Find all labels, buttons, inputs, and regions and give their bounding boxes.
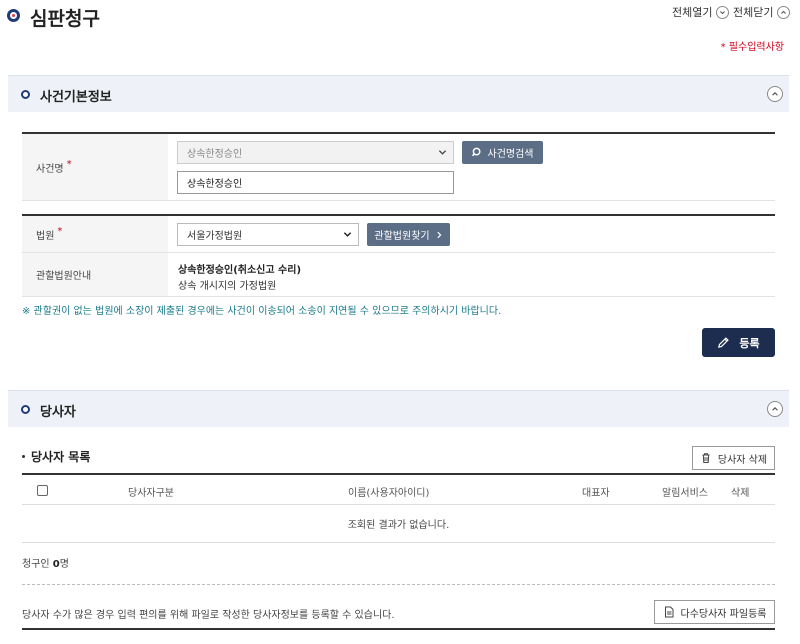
section-title: 당사자 [40, 405, 76, 420]
bullet-dot-icon [22, 455, 25, 458]
dashed-divider [22, 584, 775, 585]
claimant-count-prefix: 청구인 [22, 559, 50, 570]
court-select[interactable]: 서울가정법원 [177, 223, 359, 246]
section-bullet-icon [21, 90, 30, 99]
section-collapse-button[interactable] [767, 86, 783, 102]
case-name-label-text: 사건명 [36, 163, 64, 175]
section-header-case-info: 사건기본정보 [8, 75, 789, 112]
court-form: 법원 * 서울가정법원 관할법원찾기 관할법원안내 상속한정승인(취소신고 수리… [22, 214, 775, 297]
chevron-down-icon [438, 150, 447, 155]
page-title: 심판청구 [30, 8, 100, 30]
search-icon [471, 147, 481, 157]
select-all-checkbox[interactable] [37, 485, 48, 496]
court-row: 법원 * 서울가정법원 관할법원찾기 [22, 216, 775, 253]
bottom-divider [22, 628, 775, 630]
expand-all-button[interactable]: 전체열기 [672, 4, 730, 20]
court-find-button-label: 관할법원찾기 [374, 231, 430, 242]
chevron-up-icon [777, 5, 791, 19]
jurisdiction-row: 관할법원안내 상속한정승인(취소신고 수리) 상속 개시지의 가정법원 [22, 253, 775, 297]
delete-party-button[interactable]: 당사자 삭제 [692, 446, 775, 470]
register-button[interactable]: 등록 [702, 328, 775, 357]
trash-icon [702, 453, 710, 463]
delete-party-button-label: 당사자 삭제 [717, 454, 768, 466]
case-name-form: 사건명 * 상속한정승인 사건명검색 상속한정승인 [22, 132, 775, 201]
column-header-delete: 삭제 [731, 488, 750, 499]
collapse-all-label: 전체닫기 [733, 6, 774, 19]
file-icon [664, 606, 673, 618]
case-search-button[interactable]: 사건명검색 [462, 141, 543, 164]
required-star: * [66, 158, 72, 170]
expand-all-label: 전체열기 [672, 6, 713, 19]
case-search-button-label: 사건명검색 [487, 149, 534, 160]
case-name-input[interactable]: 상속한정승인 [177, 171, 454, 194]
pencil-icon [718, 337, 730, 348]
column-header-name: 이름(사용자아이디) [348, 488, 430, 499]
party-table-header: 당사자구분 이름(사용자아이디) 대표자 알림서비스 삭제 [22, 475, 775, 505]
collapse-all-button[interactable]: 전체닫기 [733, 4, 791, 20]
party-list-title-text: 당사자 목록 [31, 450, 91, 464]
column-header-notification: 알림서비스 [662, 488, 708, 499]
jurisdiction-label: 관할법원안내 [22, 253, 168, 296]
register-button-label: 등록 [739, 336, 760, 350]
court-label-text: 법원 [36, 230, 55, 242]
section-collapse-button[interactable] [767, 401, 783, 417]
case-name-select[interactable]: 상속한정승인 [177, 141, 454, 164]
court-find-button[interactable]: 관할법원찾기 [367, 223, 450, 246]
party-table: 당사자구분 이름(사용자아이디) 대표자 알림서비스 삭제 조회된 결과가 없습… [22, 473, 775, 543]
section-bullet-icon [21, 405, 30, 414]
claimant-count-value: 0 [52, 559, 60, 570]
jurisdiction-case-type: 상속한정승인(취소신고 수리) [178, 265, 302, 276]
chevron-down-icon [343, 232, 352, 237]
bulk-upload-note: 당사자 수가 많은 경우 입력 편의를 위해 파일로 작성한 당사자정보를 등록… [22, 610, 395, 621]
required-star: * [57, 225, 63, 237]
chevron-right-icon [436, 231, 442, 238]
chevron-down-icon [716, 5, 730, 19]
bulk-party-upload-button-label: 다수당사자 파일등록 [680, 608, 767, 620]
empty-result-row: 조회된 결과가 없습니다. [22, 505, 775, 543]
court-select-value: 서울가정법원 [187, 231, 243, 242]
court-label: 법원 * [22, 216, 168, 252]
case-name-label: 사건명 * [22, 134, 168, 200]
section-title: 사건기본정보 [40, 90, 112, 105]
claimant-count: 청구인 0명 [22, 555, 69, 570]
case-name-select-value: 상속한정승인 [187, 149, 243, 160]
section-header-party: 당사자 [8, 390, 789, 427]
column-header-party-type: 당사자구분 [128, 488, 174, 499]
jurisdiction-notice: ※ 관할권이 없는 법원에 소장이 제출된 경우에는 사건이 이송되어 소송이 … [22, 306, 502, 317]
title-bullet-icon [7, 9, 20, 22]
case-name-row: 사건명 * 상속한정승인 사건명검색 상속한정승인 [22, 134, 775, 201]
column-header-representative: 대표자 [582, 488, 610, 499]
claimant-count-suffix: 명 [59, 559, 69, 570]
bulk-party-upload-button[interactable]: 다수당사자 파일등록 [654, 600, 775, 624]
jurisdiction-court-info: 상속 개시지의 가정법원 [178, 281, 277, 292]
party-list-title: 당사자 목록 [22, 448, 90, 465]
required-note: * 필수입력사항 [720, 42, 784, 53]
